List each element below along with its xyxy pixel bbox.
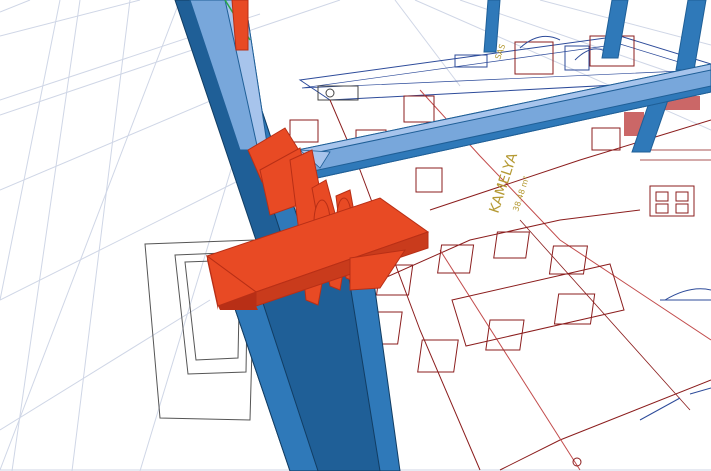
3d-model-viewport[interactable]: KAMELYA 38.48 m² SAS xyxy=(0,0,711,471)
column-back-2 xyxy=(601,0,629,59)
plan-fixture-circle xyxy=(325,88,335,98)
plan-fixture-rect xyxy=(317,85,359,101)
model-canvas[interactable]: KAMELYA 38.48 m² SAS xyxy=(0,0,711,471)
column-back-3 xyxy=(675,0,707,71)
